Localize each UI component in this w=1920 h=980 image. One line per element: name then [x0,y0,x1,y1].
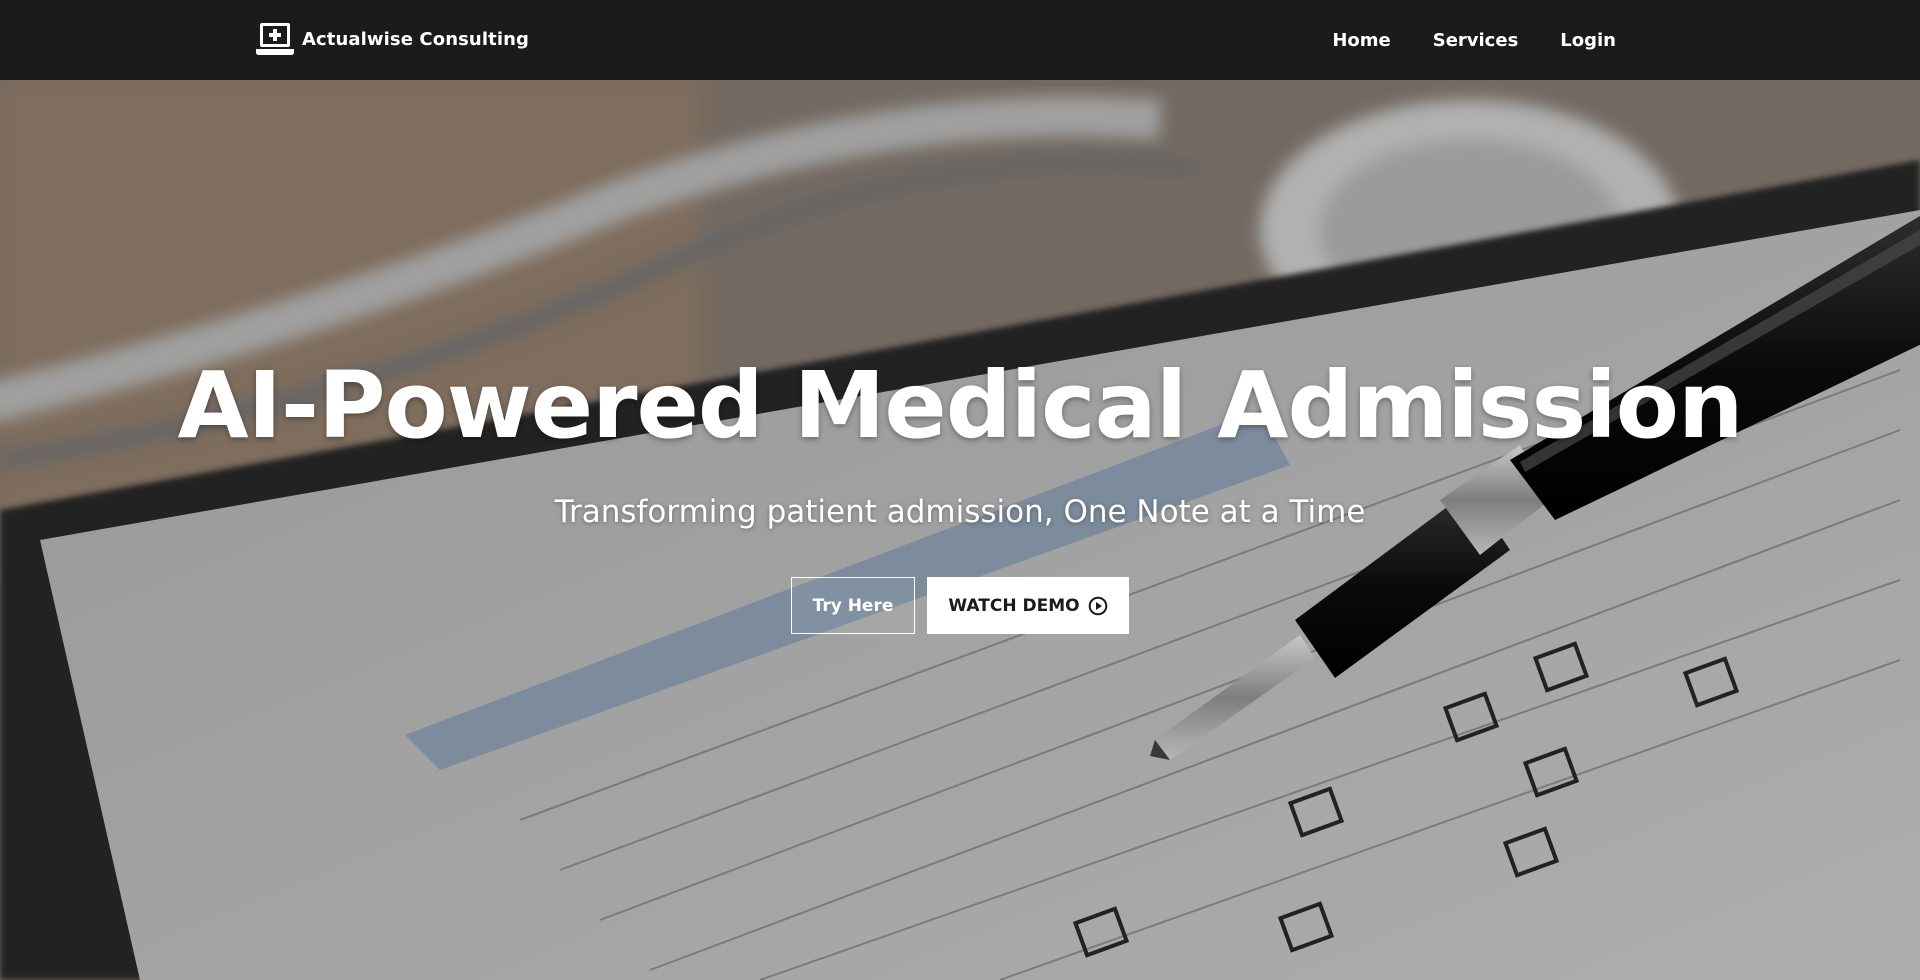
watch-demo-label: WATCH DEMO [948,595,1080,616]
play-circle-icon [1088,596,1107,615]
nav-links: Home Services Login [1332,0,1616,80]
hero-dark-overlay [0,80,1920,980]
laptop-medical-icon [256,23,294,55]
try-here-label: Try Here [812,595,894,616]
brand-link[interactable]: Actualwise Consulting [256,22,529,56]
brand-name: Actualwise Consulting [302,28,529,50]
nav-home-link[interactable]: Home [1332,30,1390,51]
watch-demo-button[interactable]: WATCH DEMO [927,577,1129,634]
hero-title: AI-Powered Medical Admission [177,352,1743,459]
top-navbar: Actualwise Consulting Home Services Logi… [0,0,1920,80]
hero-buttons: Try Here WATCH DEMO [0,577,1920,634]
hero-subtitle: Transforming patient admission, One Note… [554,494,1366,530]
nav-services-link[interactable]: Services [1433,30,1519,51]
hero-section: AI-Powered Medical Admission Transformin… [0,80,1920,980]
try-here-button[interactable]: Try Here [791,577,915,634]
nav-login-link[interactable]: Login [1560,30,1616,51]
